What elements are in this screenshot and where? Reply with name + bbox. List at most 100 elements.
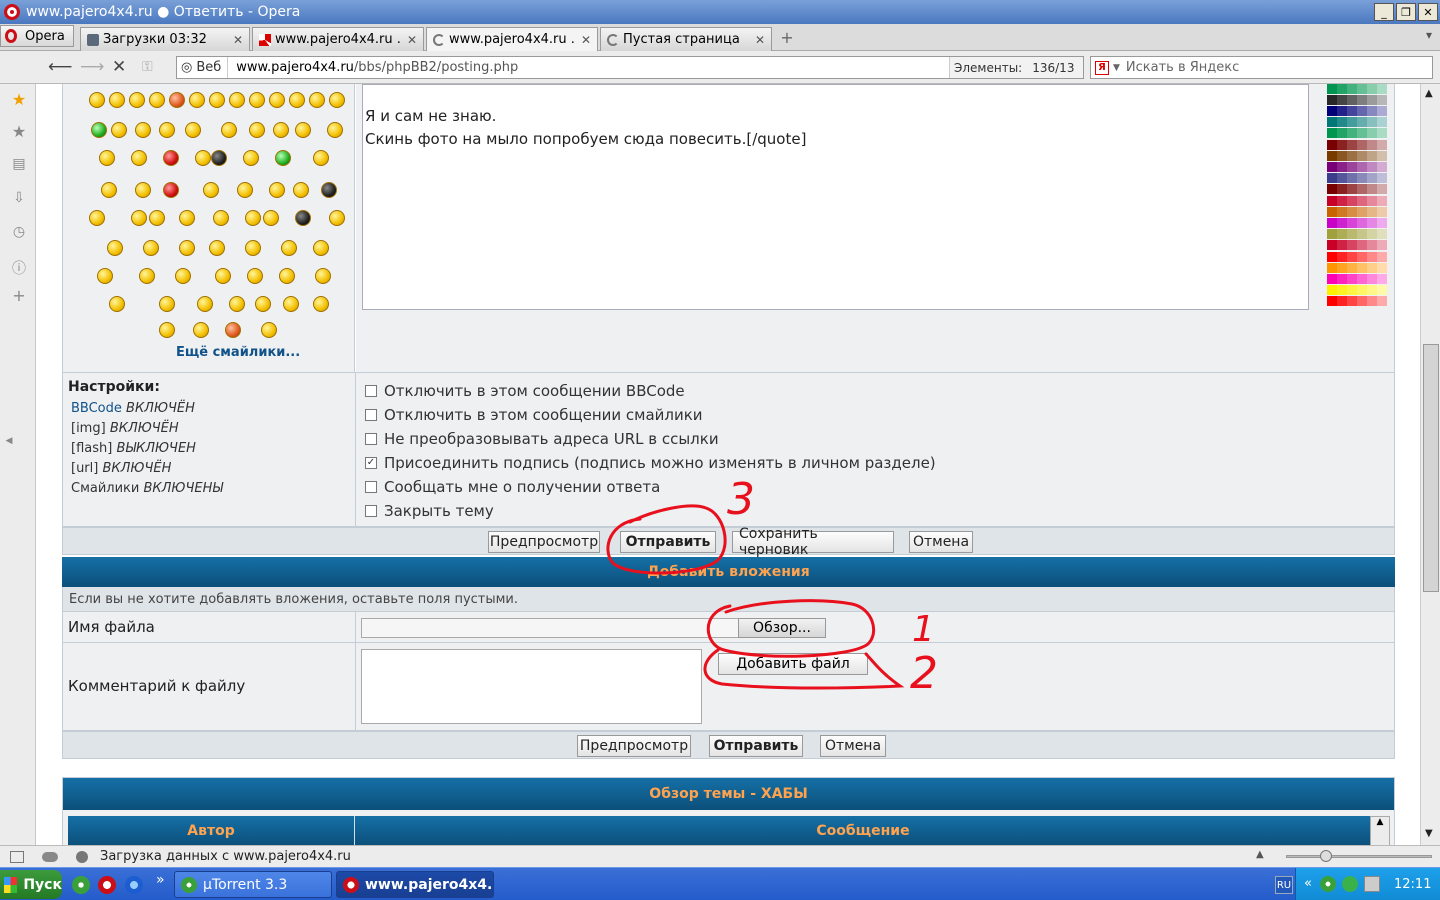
- smiley-icon[interactable]: [327, 122, 343, 138]
- color-swatch[interactable]: [1347, 162, 1357, 172]
- smiley-icon[interactable]: [209, 240, 225, 256]
- tab-close-icon[interactable]: ✕: [233, 33, 243, 47]
- color-swatch[interactable]: [1347, 117, 1357, 127]
- tab-close-icon[interactable]: ✕: [581, 33, 591, 47]
- color-swatch[interactable]: [1337, 274, 1347, 284]
- smiley-icon[interactable]: [313, 296, 329, 312]
- smiley-icon[interactable]: [195, 150, 211, 166]
- color-swatch[interactable]: [1337, 296, 1347, 306]
- color-swatch[interactable]: [1347, 151, 1357, 161]
- color-swatch[interactable]: [1377, 84, 1387, 94]
- color-swatch[interactable]: [1377, 285, 1387, 295]
- color-swatch[interactable]: [1347, 184, 1357, 194]
- color-swatch[interactable]: [1367, 128, 1377, 138]
- smiley-icon[interactable]: [97, 268, 113, 284]
- color-swatch[interactable]: [1367, 184, 1377, 194]
- smiley-icon[interactable]: [107, 240, 123, 256]
- back-arrow-icon[interactable]: ⟵: [48, 57, 72, 77]
- smiley-icon[interactable]: [203, 182, 219, 198]
- color-swatch[interactable]: [1347, 263, 1357, 273]
- option-lock-topic[interactable]: Закрыть тему: [365, 502, 494, 520]
- color-swatch[interactable]: [1337, 162, 1347, 172]
- opera-menu-button[interactable]: Opera: [0, 25, 74, 47]
- smiley-icon[interactable]: [131, 150, 147, 166]
- color-swatch[interactable]: [1337, 140, 1347, 150]
- color-swatch[interactable]: [1377, 240, 1387, 250]
- color-swatch[interactable]: [1357, 84, 1367, 94]
- scrollbar-thumb[interactable]: [1423, 344, 1439, 592]
- color-swatch[interactable]: [1327, 229, 1337, 239]
- bbcode-link[interactable]: BBCode: [71, 401, 122, 416]
- smiley-icon[interactable]: [309, 92, 325, 108]
- smiley-icon[interactable]: [139, 268, 155, 284]
- file-path-input[interactable]: [361, 618, 739, 638]
- smiley-icon[interactable]: [159, 322, 175, 338]
- color-swatch[interactable]: [1347, 140, 1357, 150]
- smiley-icon[interactable]: [169, 92, 185, 108]
- color-swatch[interactable]: [1377, 184, 1387, 194]
- option-disable-smilies[interactable]: Отключить в этом сообщении смайлики: [365, 406, 703, 424]
- color-swatch[interactable]: [1357, 173, 1367, 183]
- color-swatch[interactable]: [1367, 296, 1377, 306]
- color-swatch[interactable]: [1347, 106, 1357, 116]
- smiley-icon[interactable]: [179, 210, 195, 226]
- smiley-icon[interactable]: [89, 92, 105, 108]
- color-swatch[interactable]: [1367, 162, 1377, 172]
- color-swatch[interactable]: [1357, 229, 1367, 239]
- smiley-icon[interactable]: [197, 296, 213, 312]
- smiley-icon[interactable]: [149, 92, 165, 108]
- stop-icon[interactable]: ✕: [112, 57, 126, 77]
- color-swatch[interactable]: [1327, 285, 1337, 295]
- tab-downloads[interactable]: Загрузки 03:32 ✕: [80, 27, 250, 51]
- smiley-icon[interactable]: [159, 122, 175, 138]
- color-swatch[interactable]: [1347, 207, 1357, 217]
- color-swatch[interactable]: [1327, 274, 1337, 284]
- smiley-icon[interactable]: [229, 296, 245, 312]
- opera-quicklaunch-icon[interactable]: [98, 876, 116, 894]
- smiley-icon[interactable]: [293, 182, 309, 198]
- start-button[interactable]: Пуск: [0, 870, 62, 899]
- color-swatch[interactable]: [1337, 229, 1347, 239]
- option-notify-reply[interactable]: Сообщать мне о получении ответа: [365, 478, 660, 496]
- color-swatch[interactable]: [1347, 274, 1357, 284]
- color-swatch[interactable]: [1337, 285, 1347, 295]
- smiley-icon[interactable]: [275, 150, 291, 166]
- tray-network-icon[interactable]: [1364, 876, 1380, 892]
- color-swatch[interactable]: [1347, 240, 1357, 250]
- color-swatch[interactable]: [1367, 252, 1377, 262]
- color-swatch[interactable]: [1337, 218, 1347, 228]
- smiley-icon[interactable]: [221, 122, 237, 138]
- smiley-icon[interactable]: [261, 322, 277, 338]
- message-textarea[interactable]: Я и сам не знаю. Скинь фото на мыло попр…: [362, 84, 1309, 310]
- smiley-icon[interactable]: [111, 122, 127, 138]
- color-swatch[interactable]: [1367, 117, 1377, 127]
- color-swatch[interactable]: [1367, 229, 1377, 239]
- color-swatch[interactable]: [1377, 196, 1387, 206]
- downloads-panel-icon[interactable]: ⇩: [10, 190, 28, 208]
- color-swatch[interactable]: [1327, 162, 1337, 172]
- checkbox[interactable]: [365, 481, 377, 493]
- smiley-icon[interactable]: [193, 322, 209, 338]
- smiley-icon[interactable]: [211, 150, 227, 166]
- smiley-icon[interactable]: [245, 210, 261, 226]
- smiley-icon[interactable]: [269, 92, 285, 108]
- color-swatch[interactable]: [1347, 196, 1357, 206]
- collapse-sidebar-icon[interactable]: ◀: [0, 436, 18, 454]
- search-input[interactable]: Я ▼ Искать в Яндекс: [1090, 56, 1433, 79]
- smiley-icon[interactable]: [225, 322, 241, 338]
- smiley-icon[interactable]: [249, 92, 265, 108]
- info-icon[interactable]: ⓘ: [10, 258, 28, 277]
- tab-pajero-2-active[interactable]: www.pajero4x4.ru ... ✕: [426, 27, 598, 51]
- smiley-icon[interactable]: [135, 122, 151, 138]
- color-swatch[interactable]: [1367, 285, 1377, 295]
- checkbox[interactable]: [365, 385, 377, 397]
- smiley-icon[interactable]: [91, 122, 107, 138]
- new-tab-button[interactable]: +: [776, 28, 798, 47]
- color-swatch[interactable]: [1347, 173, 1357, 183]
- smiley-icon[interactable]: [229, 92, 245, 108]
- color-swatch[interactable]: [1347, 252, 1357, 262]
- color-swatch[interactable]: [1377, 162, 1387, 172]
- smiley-icon[interactable]: [249, 122, 265, 138]
- color-swatch[interactable]: [1367, 106, 1377, 116]
- preview-button[interactable]: Предпросмотр: [488, 531, 600, 553]
